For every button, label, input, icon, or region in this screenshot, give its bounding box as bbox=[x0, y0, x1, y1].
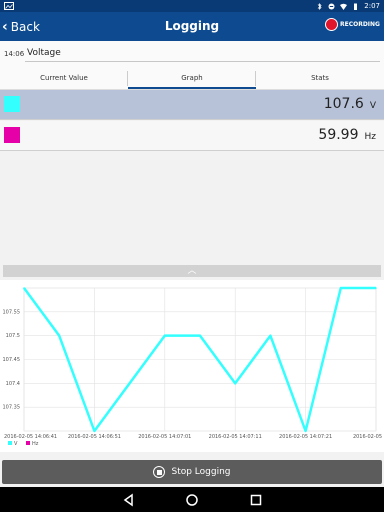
channel-value-number: 59.99 bbox=[318, 127, 359, 143]
android-nav-bar bbox=[0, 487, 384, 512]
recording-indicator[interactable]: RECORDING bbox=[324, 18, 380, 31]
channel-value: 107.6 V bbox=[324, 96, 376, 112]
x-tick-label: 2016-02-05 14:06:51 bbox=[68, 434, 121, 440]
graph-resize-handle[interactable]: ︿ bbox=[3, 265, 381, 277]
y-tick-label: 107.4 bbox=[6, 381, 20, 387]
minus-circle-icon bbox=[328, 3, 335, 9]
battery-icon bbox=[354, 3, 358, 10]
log-name-bar: 14:06 Voltage bbox=[0, 41, 384, 67]
data-point bbox=[164, 334, 166, 337]
channel-row-frequency[interactable]: 59.99 Hz bbox=[0, 121, 384, 151]
line-chart: 107.55 107.5 107.45 107.4 107.35 2016-02-05 1… bbox=[3, 286, 382, 447]
legend-swatch bbox=[26, 441, 30, 445]
wifi-icon bbox=[340, 3, 348, 10]
nav-recents-icon[interactable] bbox=[248, 492, 264, 508]
recording-label: RECORDING bbox=[339, 21, 380, 28]
data-point bbox=[199, 334, 201, 337]
nav-home-icon[interactable] bbox=[184, 492, 200, 508]
data-point bbox=[340, 287, 342, 289]
y-tick-label: 107.55 bbox=[3, 309, 21, 315]
data-point bbox=[269, 334, 272, 337]
stop-logging-label: Stop Logging bbox=[171, 467, 231, 477]
x-tick-label: 2016-02-05 14:06:41 bbox=[4, 434, 57, 440]
status-bar: 2:07 bbox=[0, 0, 384, 12]
legend-swatch bbox=[8, 441, 12, 445]
y-tick-label: 107.35 bbox=[3, 405, 21, 411]
data-point bbox=[128, 382, 131, 385]
chart-area: 107.55 107.5 107.45 107.4 107.35 2016-02-05 1… bbox=[0, 280, 384, 452]
y-tick-label: 107.45 bbox=[3, 357, 21, 363]
tab-stats[interactable]: Stats bbox=[256, 67, 384, 89]
log-name-input[interactable]: Voltage bbox=[25, 46, 380, 62]
data-point bbox=[23, 287, 25, 289]
x-tick-label: 2016-02-05 14:07:11 bbox=[209, 434, 262, 440]
data-point bbox=[93, 430, 96, 432]
image-notification-icon bbox=[4, 2, 14, 10]
channel-color-swatch bbox=[4, 96, 20, 112]
channel-value: 59.99 Hz bbox=[318, 127, 376, 143]
chevron-up-icon: ︿ bbox=[187, 266, 197, 276]
data-point bbox=[234, 382, 236, 385]
tab-current-value[interactable]: Current Value bbox=[0, 67, 128, 89]
data-point bbox=[304, 430, 307, 432]
x-tick-label: 2016-02-05 14:07:21 bbox=[279, 434, 332, 440]
data-point bbox=[375, 287, 377, 289]
legend-label: Hz bbox=[32, 441, 39, 447]
bluetooth-icon bbox=[317, 2, 322, 10]
x-tick-label: 2016-02-05 bbox=[353, 434, 382, 440]
data-point bbox=[58, 334, 60, 337]
x-tick-label: 2016-02-05 14:07:01 bbox=[138, 434, 191, 440]
legend-label: V bbox=[14, 441, 18, 447]
channel-row-voltage[interactable]: 107.6 V bbox=[0, 90, 384, 120]
view-tabs: Current Value Graph Stats bbox=[0, 67, 384, 90]
status-time: 2:07 bbox=[364, 2, 380, 10]
y-tick-label: 107.5 bbox=[6, 333, 20, 339]
channel-unit: V bbox=[369, 101, 376, 111]
tab-graph[interactable]: Graph bbox=[128, 67, 256, 89]
record-dot-icon bbox=[324, 18, 338, 31]
channel-color-swatch bbox=[4, 127, 20, 143]
channel-unit: Hz bbox=[364, 132, 377, 142]
stop-logging-button[interactable]: Stop Logging bbox=[2, 460, 382, 484]
app-bar: ‹ Back Logging RECORDING bbox=[0, 12, 384, 41]
nav-back-icon[interactable] bbox=[121, 492, 137, 508]
log-start-time: 14:06 bbox=[4, 50, 25, 58]
stop-icon bbox=[153, 466, 166, 478]
channel-value-number: 107.6 bbox=[323, 96, 364, 112]
